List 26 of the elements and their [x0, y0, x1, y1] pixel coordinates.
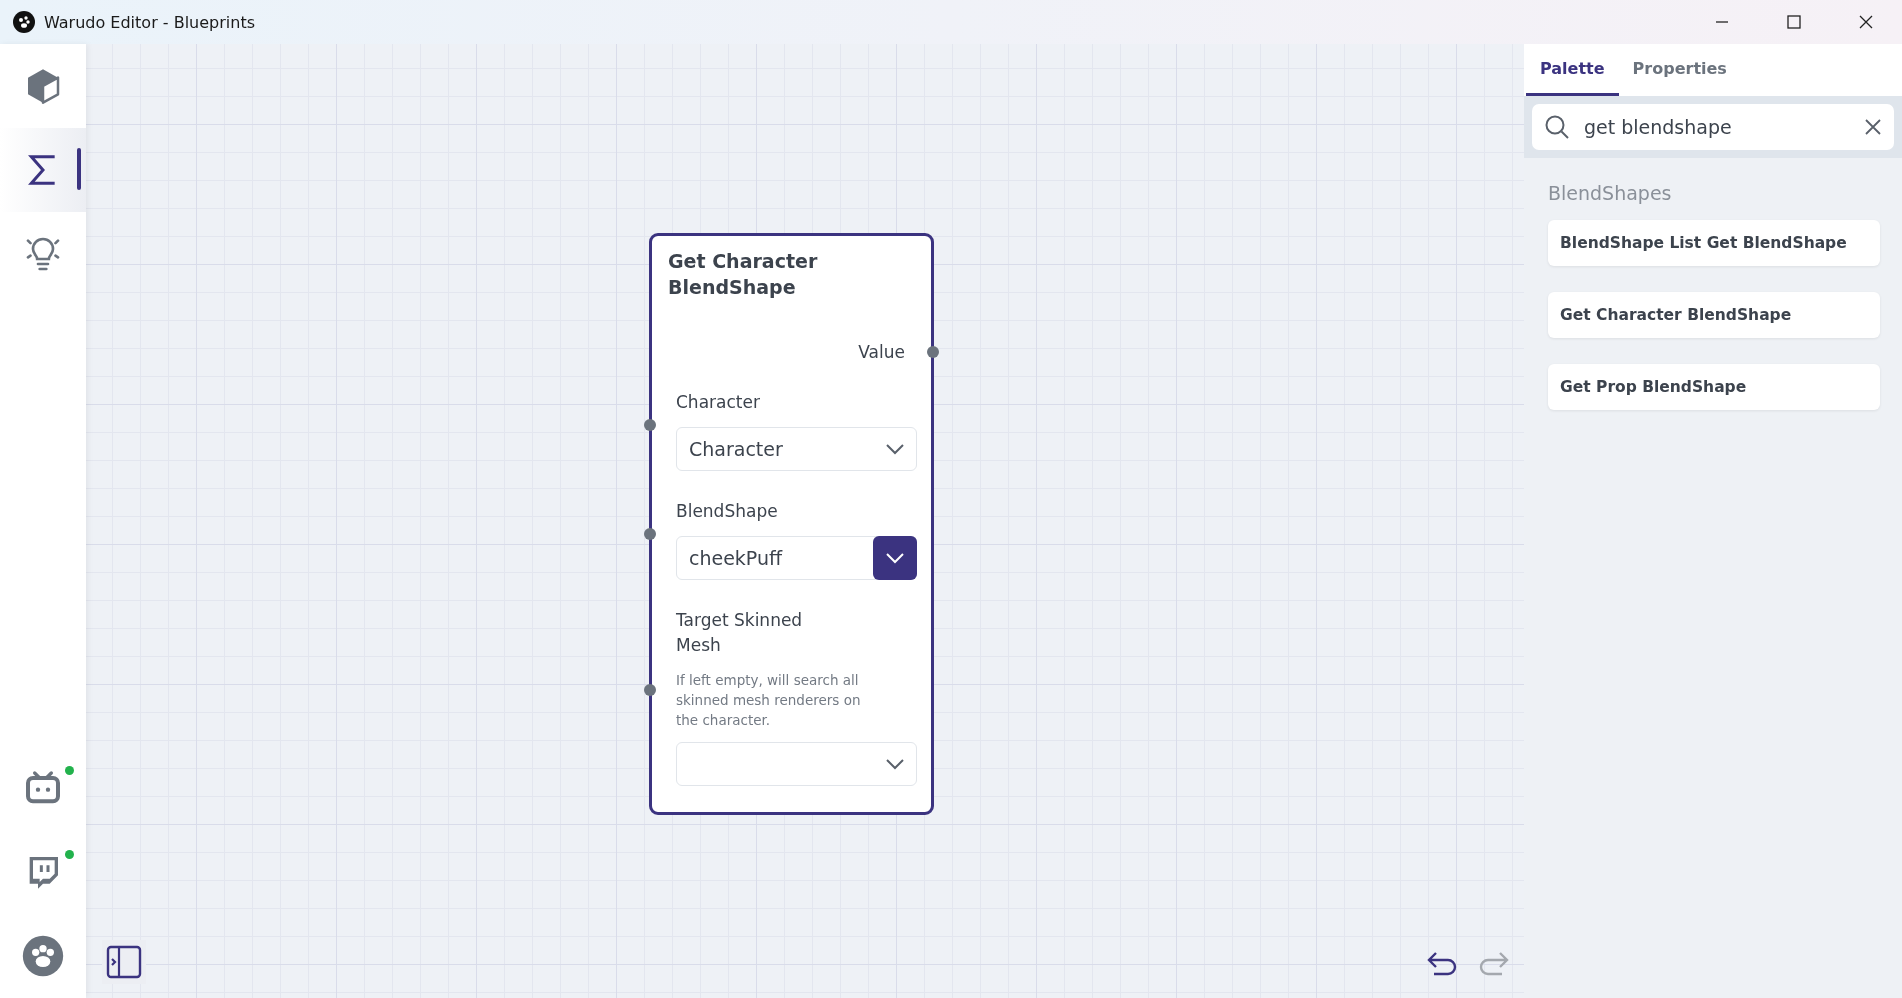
app-logo-icon [12, 10, 36, 34]
palette-item[interactable]: BlendShape List Get BlendShape [1548, 220, 1880, 266]
output-pin[interactable] [927, 346, 939, 358]
sidebar-toggle-icon[interactable] [106, 944, 142, 980]
window-title: Warudo Editor - Blueprints [44, 12, 256, 32]
palette-item[interactable]: Get Character BlendShape [1548, 292, 1880, 338]
input-label: BlendShape [676, 500, 779, 523]
search-icon [1544, 114, 1570, 140]
dropdown[interactable]: Character [676, 427, 917, 471]
palette-item[interactable]: Get Prop BlendShape [1548, 364, 1880, 410]
input-label: Character [676, 391, 761, 414]
input-pin[interactable] [644, 528, 656, 540]
group-heading: BlendShapes [1547, 181, 1673, 204]
close-icon[interactable] [1864, 118, 1882, 136]
search-bar[interactable]: get blendshape [1532, 104, 1894, 150]
input-label: Target Skinned Mesh [676, 609, 804, 657]
paw-icon[interactable] [21, 934, 65, 978]
chevron-down-icon[interactable] [885, 758, 905, 770]
input-pin[interactable] [644, 419, 656, 431]
input-description: If left empty, will search all skinned mesh renderers on the character. [676, 671, 862, 730]
dropdown[interactable]: cheekPuff [676, 536, 917, 580]
input-pin[interactable] [644, 684, 656, 696]
node-title: Get Character BlendShape [667, 249, 819, 300]
output-label: Value [858, 342, 905, 362]
tab[interactable]: Properties [1618, 44, 1741, 96]
chevron-down-icon[interactable] [885, 443, 905, 455]
